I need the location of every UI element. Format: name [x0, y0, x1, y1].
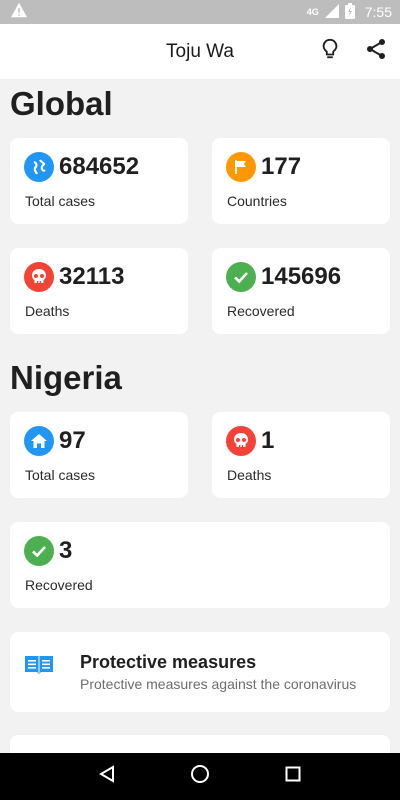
skull-icon: [226, 426, 256, 456]
stat-value: 684652: [59, 153, 140, 180]
nigeria-recovered-card[interactable]: 3 Recovered: [10, 522, 390, 608]
back-button[interactable]: [95, 765, 119, 789]
main-content[interactable]: Global 684652 Total cases 177 Countries …: [0, 79, 400, 753]
flag-icon: [226, 152, 256, 182]
stat-label: Deaths: [25, 303, 70, 319]
stat-label: Recovered: [25, 577, 93, 593]
app-bar: Toju Wa: [0, 24, 400, 79]
nigeria-deaths-card[interactable]: 1 Deaths: [212, 412, 390, 498]
stat-label: Countries: [227, 193, 287, 209]
global-recovered-card[interactable]: 145696 Recovered: [212, 248, 390, 334]
global-total-cases-card[interactable]: 684652 Total cases: [10, 138, 188, 224]
measures-subtitle: Protective measures against the coronavi…: [80, 676, 357, 692]
stat-label: Total cases: [25, 193, 96, 209]
globe-icon: [24, 152, 54, 182]
recents-icon: [285, 766, 301, 787]
book-icon: [24, 652, 54, 681]
app-title: Toju Wa: [166, 40, 234, 62]
battery-icon: [344, 2, 355, 22]
lightbulb-button[interactable]: [318, 38, 342, 65]
clock: 7:55: [364, 4, 392, 20]
lightbulb-icon: [320, 38, 340, 65]
check-icon: [226, 262, 256, 292]
share-button[interactable]: [364, 38, 388, 65]
signal-icon: [324, 3, 339, 21]
warning-icon: [10, 2, 28, 23]
global-deaths-card[interactable]: 32113 Deaths: [10, 248, 188, 334]
stat-label: Deaths: [227, 467, 272, 483]
status-bar: 4G 7:55: [0, 0, 400, 24]
stat-value: 3: [59, 537, 73, 564]
recents-button[interactable]: [281, 765, 305, 789]
next-card[interactable]: [10, 735, 390, 753]
stat-label: Total cases: [25, 467, 96, 483]
stat-value: 145696: [261, 263, 342, 290]
global-countries-card[interactable]: 177 Countries: [212, 138, 390, 224]
share-icon: [366, 38, 386, 65]
nigeria-total-cases-card[interactable]: 97 Total cases: [10, 412, 188, 498]
stat-value: 97: [59, 427, 86, 454]
home-button[interactable]: [188, 765, 212, 789]
protective-measures-card[interactable]: Protective measures Protective measures …: [10, 632, 390, 712]
network-label: 4G: [306, 7, 319, 17]
skull-icon: [24, 262, 54, 292]
back-icon: [98, 765, 116, 788]
home-circle-icon: [190, 764, 210, 789]
stat-value: 1: [261, 427, 275, 454]
home-icon: [24, 426, 54, 456]
nigeria-section-title: Nigeria: [10, 359, 122, 396]
stat-value: 32113: [59, 263, 125, 290]
measures-title: Protective measures: [80, 652, 257, 672]
stat-value: 177: [261, 153, 302, 180]
global-section-title: Global: [10, 85, 113, 122]
stat-label: Recovered: [227, 303, 295, 319]
check-icon: [24, 536, 54, 566]
navigation-bar: [0, 753, 400, 800]
